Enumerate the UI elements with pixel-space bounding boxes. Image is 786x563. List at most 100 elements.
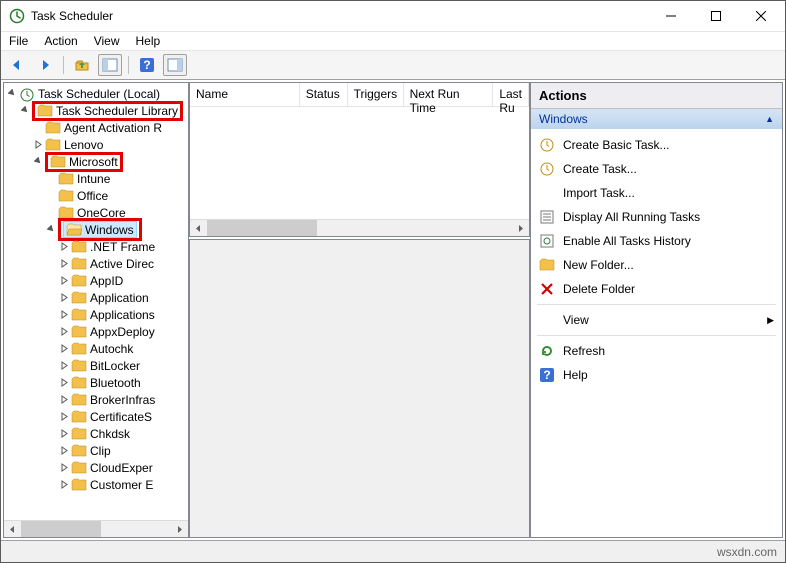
action-label: Help <box>563 368 588 382</box>
expand-icon[interactable] <box>58 359 71 372</box>
action-display-all-running[interactable]: Display All Running Tasks <box>535 205 778 229</box>
expand-icon[interactable] <box>58 291 71 304</box>
actions-context[interactable]: Windows ▲ <box>531 109 782 129</box>
back-button[interactable] <box>5 54 29 76</box>
col-status[interactable]: Status <box>300 83 348 107</box>
toolbar: ? <box>1 51 785 79</box>
action-create-task[interactable]: Create Task... <box>535 157 778 181</box>
tree-label: Lenovo <box>64 138 103 152</box>
folder-icon <box>71 478 87 492</box>
tree-item[interactable]: Office <box>4 187 188 204</box>
collapse-icon[interactable]: ▲ <box>765 114 774 124</box>
help-button[interactable]: ? <box>135 54 159 76</box>
expand-icon[interactable] <box>58 410 71 423</box>
view-button-2[interactable] <box>163 54 187 76</box>
up-button[interactable] <box>70 54 94 76</box>
blank-icon <box>539 185 555 201</box>
expand-icon[interactable] <box>58 444 71 457</box>
menu-view[interactable]: View <box>94 34 120 48</box>
menu-action[interactable]: Action <box>44 34 77 48</box>
forward-button[interactable] <box>33 54 57 76</box>
expand-icon[interactable] <box>58 240 71 253</box>
collapse-icon[interactable] <box>19 104 32 117</box>
tree-item[interactable]: Customer E <box>4 476 188 493</box>
tree-item[interactable]: CloudExper <box>4 459 188 476</box>
col-name[interactable]: Name <box>190 83 300 107</box>
view-button-1[interactable] <box>98 54 122 76</box>
collapse-icon[interactable] <box>6 87 19 100</box>
tree-item[interactable]: CertificateS <box>4 408 188 425</box>
action-view[interactable]: View ▶ <box>535 308 778 332</box>
toolbar-separator <box>63 56 64 74</box>
tree-item[interactable]: Applications <box>4 306 188 323</box>
scheduler-icon <box>19 87 35 101</box>
action-label: New Folder... <box>563 258 634 272</box>
expand-icon[interactable] <box>58 257 71 270</box>
close-button[interactable] <box>738 2 783 31</box>
tree-item[interactable]: BitLocker <box>4 357 188 374</box>
expand-icon[interactable] <box>58 478 71 491</box>
tree-item[interactable]: .NET Frame <box>4 238 188 255</box>
maximize-button[interactable] <box>693 2 738 31</box>
tree-item[interactable]: Chkdsk <box>4 425 188 442</box>
action-import-task[interactable]: Import Task... <box>535 181 778 205</box>
tree-item[interactable]: Bluetooth <box>4 374 188 391</box>
menu-file[interactable]: File <box>9 34 28 48</box>
action-label: Delete Folder <box>563 282 635 296</box>
collapse-icon[interactable] <box>45 223 58 236</box>
scroll-left-icon[interactable] <box>190 220 207 236</box>
action-enable-history[interactable]: Enable All Tasks History <box>535 229 778 253</box>
column-headers: Name Status Triggers Next Run Time Last … <box>190 83 529 107</box>
col-next[interactable]: Next Run Time <box>404 83 494 107</box>
action-new-folder[interactable]: New Folder... <box>535 253 778 277</box>
expand-icon[interactable] <box>32 138 45 151</box>
tree-item[interactable]: Clip <box>4 442 188 459</box>
tree-item[interactable]: Application <box>4 289 188 306</box>
task-list-body[interactable] <box>190 107 529 219</box>
minimize-button[interactable] <box>648 2 693 31</box>
scroll-left-icon[interactable] <box>4 521 21 537</box>
col-last[interactable]: Last Ru <box>493 83 529 107</box>
expand-icon[interactable] <box>58 427 71 440</box>
expand-icon[interactable] <box>58 325 71 338</box>
list-scrollbar-h[interactable] <box>190 219 529 236</box>
action-label: Enable All Tasks History <box>563 234 691 248</box>
action-delete-folder[interactable]: Delete Folder <box>535 277 778 301</box>
menu-help[interactable]: Help <box>136 34 161 48</box>
action-refresh[interactable]: Refresh <box>535 339 778 363</box>
tree-item[interactable]: Active Direc <box>4 255 188 272</box>
tree-item[interactable]: Lenovo <box>4 136 188 153</box>
action-help[interactable]: ? Help <box>535 363 778 387</box>
tree-item[interactable]: AppxDeploy <box>4 323 188 340</box>
tree-label: CloudExper <box>90 461 153 475</box>
col-triggers[interactable]: Triggers <box>348 83 404 107</box>
task-icon <box>539 137 555 153</box>
collapse-icon[interactable] <box>32 155 45 168</box>
tree-item[interactable]: Autochk <box>4 340 188 357</box>
scroll-right-icon[interactable] <box>171 521 188 537</box>
tree-label: Application <box>90 291 149 305</box>
action-create-basic-task[interactable]: Create Basic Task... <box>535 133 778 157</box>
expand-icon[interactable] <box>58 461 71 474</box>
tree-label: Office <box>77 189 108 203</box>
tree-item[interactable]: BrokerInfras <box>4 391 188 408</box>
tree-item-windows[interactable]: Windows <box>4 221 188 238</box>
scroll-right-icon[interactable] <box>512 220 529 236</box>
tree[interactable]: Task Scheduler (Local) Task Scheduler Li… <box>4 83 188 520</box>
tree-scrollbar-h[interactable] <box>4 520 188 537</box>
expand-icon[interactable] <box>58 342 71 355</box>
folder-icon <box>50 155 66 169</box>
tree-item-microsoft[interactable]: Microsoft <box>4 153 188 170</box>
tree-item-library[interactable]: Task Scheduler Library <box>4 102 188 119</box>
tree-root[interactable]: Task Scheduler (Local) <box>4 85 188 102</box>
scroll-thumb[interactable] <box>21 521 101 537</box>
expand-icon[interactable] <box>58 393 71 406</box>
expand-icon[interactable] <box>58 376 71 389</box>
expand-icon[interactable] <box>58 308 71 321</box>
submenu-arrow-icon: ▶ <box>767 315 774 326</box>
tree-item[interactable]: Intune <box>4 170 188 187</box>
tree-item[interactable]: Agent Activation R <box>4 119 188 136</box>
expand-icon[interactable] <box>58 274 71 287</box>
scroll-thumb[interactable] <box>207 220 317 236</box>
tree-item[interactable]: AppID <box>4 272 188 289</box>
